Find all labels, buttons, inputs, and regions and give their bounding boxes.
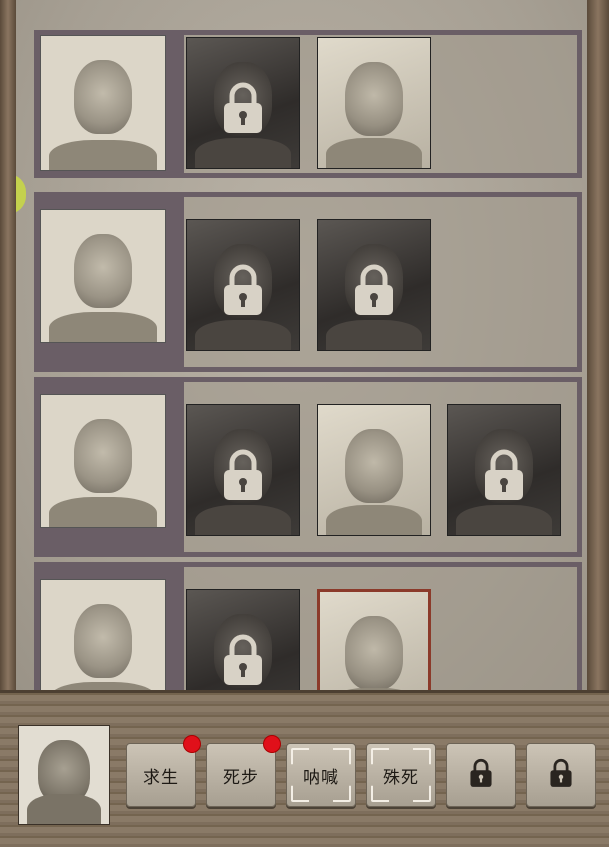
right-wood-frame	[587, 0, 609, 694]
row2-skin-2[interactable]	[186, 219, 300, 351]
portrait-shoulders	[326, 505, 422, 535]
skill-bar: 求生 死步 呐喊 殊死	[0, 690, 609, 847]
row1-skin-2[interactable]	[186, 37, 300, 169]
skill-label: 求生	[143, 767, 179, 788]
skill-label: 死步	[223, 767, 259, 788]
left-wood-frame	[0, 0, 16, 694]
row4-main-portrait[interactable]	[40, 579, 166, 690]
portrait-shoulders	[456, 505, 552, 535]
lock-icon	[221, 448, 265, 502]
character-row-1	[34, 30, 582, 178]
skill-button-3[interactable]: 呐喊	[286, 743, 356, 807]
avatar-shoulders	[27, 794, 101, 824]
portrait-face	[74, 60, 132, 134]
portrait-shoulders	[195, 505, 291, 535]
portrait-face	[345, 62, 403, 136]
row1-skin-3[interactable]	[317, 37, 431, 169]
row3-skin-4[interactable]	[447, 404, 561, 536]
row1-main-portrait[interactable]	[40, 35, 166, 171]
character-list-panel[interactable]	[16, 0, 587, 690]
row4-skin-2[interactable]	[186, 589, 300, 690]
row3-main-portrait[interactable]	[40, 394, 166, 528]
row4-skin-3[interactable]	[317, 589, 431, 690]
portrait-face	[74, 234, 132, 308]
skill-button-4[interactable]: 殊死	[366, 743, 436, 807]
skill-button-locked-5[interactable]	[446, 743, 516, 807]
side-tab[interactable]	[16, 174, 26, 214]
portrait-face	[345, 616, 403, 690]
notification-badge	[183, 735, 201, 753]
row2-skin-3[interactable]	[317, 219, 431, 351]
portrait-face	[345, 429, 403, 503]
lock-icon	[221, 263, 265, 317]
character-row-3	[34, 377, 582, 557]
lock-icon	[468, 758, 494, 793]
skill-button-2[interactable]: 死步	[206, 735, 281, 807]
portrait-shoulders	[195, 138, 291, 168]
lock-icon	[221, 633, 265, 687]
portrait-shoulders	[326, 320, 422, 350]
portrait-shoulders	[49, 682, 157, 690]
skill-label: 呐喊	[303, 767, 339, 788]
selected-character-avatar[interactable]	[18, 725, 110, 825]
portrait-shoulders	[49, 312, 157, 342]
portrait-shoulders	[195, 320, 291, 350]
lock-icon	[548, 758, 574, 793]
skill-button-locked-6[interactable]	[526, 743, 596, 807]
portrait-shoulders	[326, 138, 422, 168]
row2-main-portrait[interactable]	[40, 209, 166, 343]
row3-skin-3[interactable]	[317, 404, 431, 536]
skill-button-1[interactable]: 求生	[126, 735, 201, 807]
portrait-shoulders	[49, 497, 157, 527]
character-row-2	[34, 192, 582, 372]
row3-skin-2[interactable]	[186, 404, 300, 536]
notification-badge	[263, 735, 281, 753]
character-row-4	[34, 562, 582, 690]
lock-icon	[482, 448, 526, 502]
lock-icon	[352, 263, 396, 317]
skill-label: 殊死	[383, 767, 419, 788]
lock-icon	[221, 81, 265, 135]
portrait-shoulders	[49, 140, 157, 170]
portrait-face	[74, 604, 132, 678]
portrait-face	[74, 419, 132, 493]
